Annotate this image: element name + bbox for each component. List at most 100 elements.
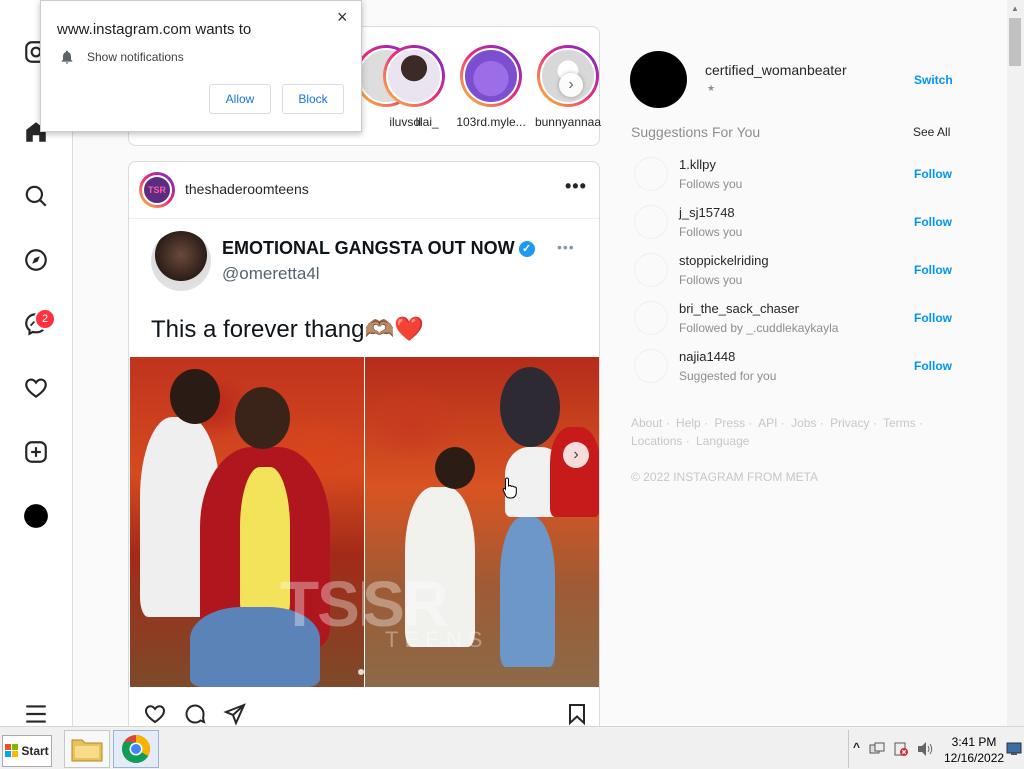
file-explorer-button[interactable] <box>64 730 110 768</box>
story-username: 103rd.myle... <box>456 115 526 129</box>
suggestion-username[interactable]: stoppickelriding <box>679 253 769 268</box>
windows-logo-icon <box>5 744 19 757</box>
chrome-icon <box>122 735 150 763</box>
footer-link-about[interactable]: About · <box>631 416 670 430</box>
messages-badge: 2 <box>34 308 56 330</box>
tweet-text: This a forever thang🫶🏽❤️ <box>151 316 425 343</box>
chrome-taskbar-button[interactable] <box>113 730 159 768</box>
copyright: © 2022 INSTAGRAM FROM META <box>631 470 819 484</box>
suggestion-item: bri_the_sack_chaser Followed by _.cuddle… <box>634 301 954 341</box>
suggestion-item: stoppickelriding Follows you Follow <box>634 253 954 293</box>
see-all-link[interactable]: See All <box>913 125 950 139</box>
tweet-display-name: EMOTIONAL GANGSTA OUT NOW ✓ <box>222 238 535 259</box>
footer-link-locations[interactable]: Locations · <box>631 434 690 448</box>
post-photo-right[interactable]: TSR TEENS <box>365 357 599 687</box>
footer-link-api[interactable]: API · <box>758 416 785 430</box>
follow-button[interactable]: Follow <box>914 215 952 229</box>
suggestion-username[interactable]: j_sj15748 <box>679 205 735 220</box>
switch-account-button[interactable]: Switch <box>914 73 953 87</box>
footer-links: About · Help · Press · API · Jobs · Priv… <box>631 414 951 450</box>
tweet-card: EMOTIONAL GANGSTA OUT NOW ✓ @omeretta4l •… <box>129 219 599 357</box>
clock-date: 12/16/2022 <box>944 751 1005 765</box>
footer-link-terms[interactable]: Terms · <box>883 416 923 430</box>
search-icon[interactable] <box>20 180 52 212</box>
clock[interactable]: 3:41 PM 12/16/2022 <box>944 734 1004 766</box>
allow-button[interactable]: Allow <box>209 84 271 114</box>
post-more-options-icon[interactable]: ••• <box>565 176 587 197</box>
story-username: bunnyannaa <box>534 115 602 129</box>
scroll-up-arrow-icon[interactable]: ▲ <box>1011 4 1019 13</box>
follow-button[interactable]: Follow <box>914 167 952 181</box>
tweet-handle: @omeretta4l <box>222 264 320 283</box>
volume-icon[interactable] <box>917 741 935 757</box>
current-username[interactable]: certified_womanbeater <box>705 62 847 78</box>
carousel-next-button[interactable]: › <box>563 442 589 468</box>
footer-link-press[interactable]: Press · <box>714 416 752 430</box>
like-icon[interactable] <box>143 702 167 726</box>
profile-avatar[interactable] <box>20 500 52 532</box>
suggestion-avatar[interactable] <box>634 253 668 287</box>
suggestion-item: j_sj15748 Follows you Follow <box>634 205 954 245</box>
post-photo-left[interactable]: TSR <box>130 357 364 687</box>
suggestion-username[interactable]: 1.kllpy <box>679 157 716 172</box>
prompt-title: www.instagram.com wants to <box>57 21 252 38</box>
post-username[interactable]: theshaderoomteens <box>185 181 309 197</box>
system-tray: ^ 3:41 PM 12/16/2022 <box>848 730 1024 768</box>
scrollbar-thumb[interactable] <box>1009 18 1021 66</box>
suggestion-avatar[interactable] <box>634 157 668 191</box>
story-item[interactable]: 103rd.myle... <box>456 45 526 129</box>
suggestion-item: najia1448 Suggested for you Follow <box>634 349 954 389</box>
footer-link-language[interactable]: Language <box>696 434 749 448</box>
feed-post: TSR theshaderoomteens ••• EMOTIONAL GANG… <box>128 161 600 733</box>
suggestions-title: Suggestions For You <box>631 124 761 140</box>
suggestion-context: Follows you <box>679 225 743 239</box>
stories-next-button[interactable]: › <box>559 73 583 97</box>
follow-button[interactable]: Follow <box>914 311 952 325</box>
heart-icon[interactable] <box>20 372 52 404</box>
suggestion-avatar[interactable] <box>634 349 668 383</box>
taskbar: Start ^ 3:41 PM 12/16/2022 <box>0 726 1024 769</box>
security-alert-icon[interactable] <box>893 741 909 757</box>
follow-button[interactable]: Follow <box>914 359 952 373</box>
page-scrollbar[interactable] <box>1007 0 1024 726</box>
create-icon[interactable] <box>20 436 52 468</box>
follow-button[interactable]: Follow <box>914 263 952 277</box>
tweet-more-icon: ••• <box>557 239 575 255</box>
footer-link-jobs[interactable]: Jobs · <box>791 416 824 430</box>
footer-link-privacy[interactable]: Privacy · <box>830 416 877 430</box>
start-label: Start <box>21 744 49 758</box>
story-item[interactable]: iluvsolai_ <box>379 45 449 129</box>
current-user-subtitle: ★ <box>707 83 716 93</box>
verified-badge-icon: ✓ <box>518 241 535 257</box>
suggestion-context: Follows you <box>679 177 743 191</box>
suggestion-context: Followed by _.cuddlekaykayla <box>679 321 839 335</box>
clock-time: 3:41 PM <box>951 735 997 749</box>
current-user-avatar[interactable] <box>630 51 687 108</box>
explore-icon[interactable] <box>20 244 52 276</box>
network-icon[interactable] <box>869 741 885 757</box>
tweet-avatar <box>151 231 211 291</box>
bell-icon <box>61 50 73 64</box>
save-icon[interactable] <box>565 702 589 726</box>
block-button[interactable]: Block <box>282 84 344 114</box>
post-header: TSR theshaderoomteens ••• <box>129 162 599 219</box>
heart-emoji: ❤️ <box>394 316 425 343</box>
footer-link-help[interactable]: Help · <box>676 416 708 430</box>
tray-expand-icon[interactable]: ^ <box>853 740 860 754</box>
folder-icon <box>71 739 103 762</box>
comment-icon[interactable] <box>183 702 207 726</box>
suggestion-avatar[interactable] <box>634 301 668 335</box>
watermark-sub: TEENS <box>385 627 489 652</box>
suggestion-username[interactable]: bri_the_sack_chaser <box>679 301 799 316</box>
start-button[interactable]: Start <box>2 735 52 767</box>
suggestion-avatar[interactable] <box>634 205 668 239</box>
share-icon[interactable] <box>223 702 247 726</box>
notification-permission-prompt: www.instagram.com wants to × Show notifi… <box>40 0 362 132</box>
post-author-avatar[interactable]: TSR <box>139 172 175 208</box>
close-icon[interactable]: × <box>337 7 348 28</box>
suggestion-username[interactable]: najia1448 <box>679 349 735 364</box>
suggestion-item: 1.kllpy Follows you Follow <box>634 157 954 197</box>
post-avatar-text: TSR <box>142 175 172 205</box>
show-desktop-icon[interactable] <box>1006 742 1022 756</box>
suggestion-context: Suggested for you <box>679 369 777 383</box>
